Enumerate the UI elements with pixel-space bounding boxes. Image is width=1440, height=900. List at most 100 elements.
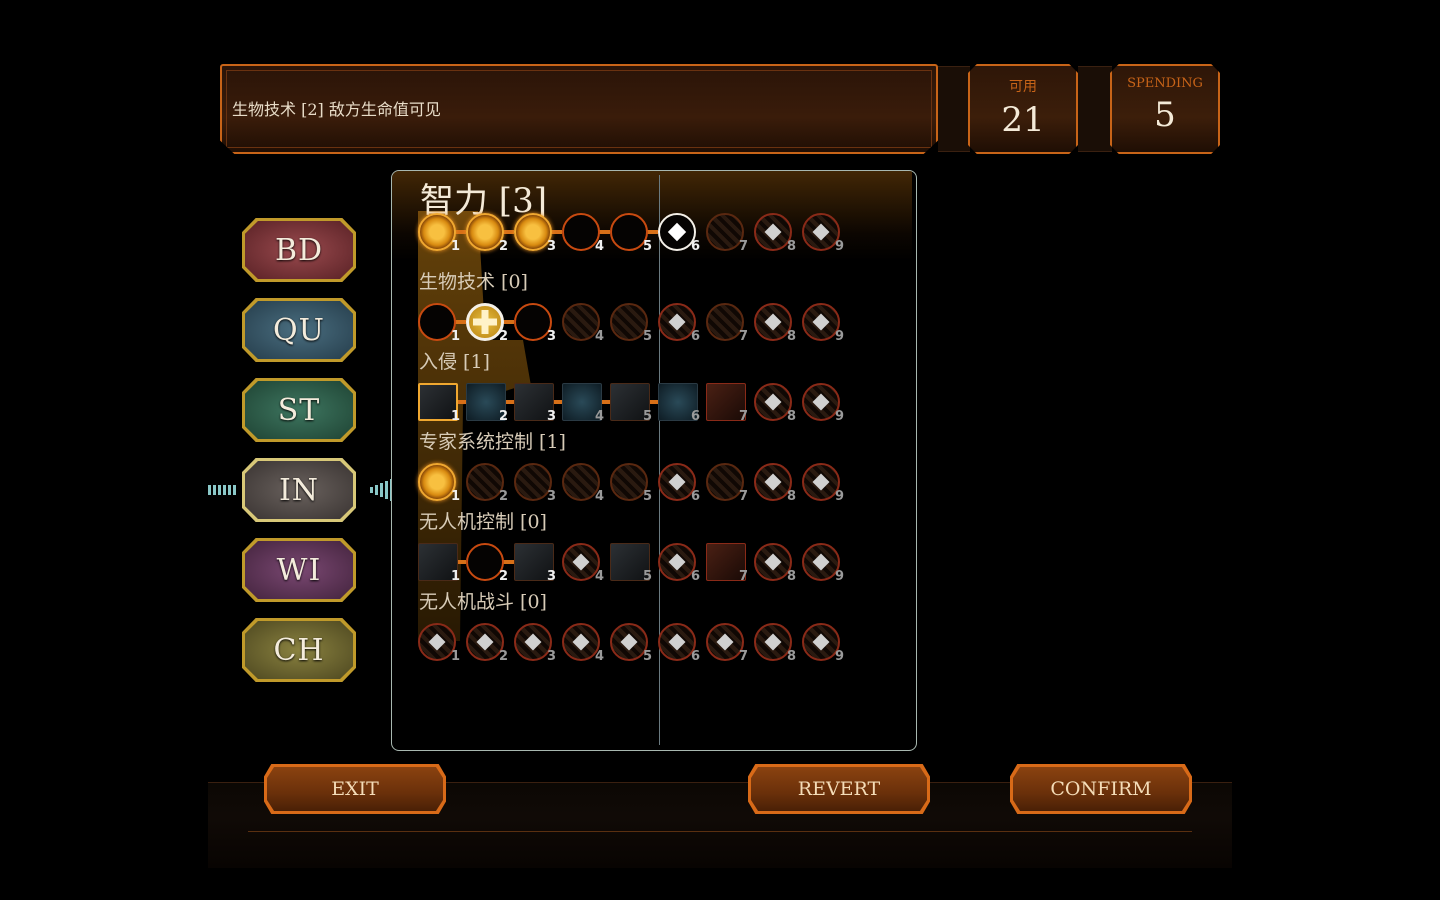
locked-diamond-icon xyxy=(812,473,830,491)
locked-diamond-icon xyxy=(428,633,446,651)
available-value: 21 xyxy=(1001,100,1045,140)
confirm-button[interactable]: CONFIRM xyxy=(1010,764,1192,814)
node-level-number: 2 xyxy=(499,409,509,424)
description-text: 生物技术 [2] 敌方生命值可见 xyxy=(232,100,441,119)
node-level-number: 5 xyxy=(643,329,653,344)
spending-value: 5 xyxy=(1154,95,1176,135)
node-level-number: 6 xyxy=(691,329,701,344)
locked-diamond-icon xyxy=(716,633,734,651)
node-level-number: 6 xyxy=(691,649,701,664)
node-level-number: 3 xyxy=(547,569,557,584)
category-button-in[interactable]: IN xyxy=(242,458,356,522)
diamond-icon xyxy=(667,222,687,242)
node-level-number: 5 xyxy=(643,409,653,424)
category-button-bd[interactable]: BD xyxy=(242,218,356,282)
node-level-number: 7 xyxy=(739,409,749,424)
node-level-number: 1 xyxy=(451,329,461,344)
locked-diamond-icon xyxy=(764,553,782,571)
locked-diamond-icon xyxy=(764,473,782,491)
locked-diamond-icon xyxy=(812,553,830,571)
node-level-number: 2 xyxy=(499,569,509,584)
category-button-wi[interactable]: WI xyxy=(242,538,356,602)
node-level-number: 9 xyxy=(835,649,845,664)
node-level-number: 1 xyxy=(451,569,461,584)
locked-diamond-icon xyxy=(764,393,782,411)
node-level-number: 4 xyxy=(595,649,605,664)
spending-label: SPENDING xyxy=(1127,76,1203,91)
skill-row-title: 生物技术 [0] xyxy=(419,271,528,293)
locked-diamond-icon xyxy=(572,633,590,651)
locked-diamond-icon xyxy=(764,223,782,241)
tier-divider xyxy=(659,175,660,745)
locked-diamond-icon xyxy=(812,633,830,651)
available-points: 可用 21 xyxy=(968,64,1078,154)
node-level-number: 4 xyxy=(595,239,605,254)
category-button-ch[interactable]: CH xyxy=(242,618,356,682)
node-level-number: 5 xyxy=(643,239,653,254)
node-level-number: 6 xyxy=(691,569,701,584)
available-label: 可用 xyxy=(1009,79,1037,95)
locked-diamond-icon xyxy=(812,393,830,411)
skill-row-title: 无人机控制 [0] xyxy=(419,511,547,533)
node-level-number: 9 xyxy=(835,569,845,584)
node-level-number: 2 xyxy=(499,649,509,664)
node-level-number: 8 xyxy=(787,569,797,584)
node-level-number: 1 xyxy=(451,239,461,254)
node-level-number: 6 xyxy=(691,409,701,424)
node-level-number: 2 xyxy=(499,489,509,504)
revert-button[interactable]: REVERT xyxy=(748,764,930,814)
node-level-number: 2 xyxy=(499,239,509,254)
locked-diamond-icon xyxy=(668,473,686,491)
skill-tree-panel: 智力 [3] 1 2 3 4 5 6 7 8 9 生物技术 [0] 1 2 3 4 5 6 7 8 9 入侵 [1] 1… xyxy=(391,170,917,751)
skill-row-title: 专家系统控制 [1] xyxy=(419,431,566,453)
frame-connector xyxy=(938,66,970,152)
locked-diamond-icon xyxy=(668,553,686,571)
exit-button[interactable]: EXIT xyxy=(264,764,446,814)
node-level-number: 9 xyxy=(835,239,845,254)
node-level-number: 8 xyxy=(787,489,797,504)
node-level-number: 7 xyxy=(739,329,749,344)
node-level-number: 5 xyxy=(643,649,653,664)
locked-diamond-icon xyxy=(668,313,686,331)
node-level-number: 3 xyxy=(547,649,557,664)
node-level-number: 3 xyxy=(547,239,557,254)
locked-diamond-icon xyxy=(812,313,830,331)
node-level-number: 1 xyxy=(451,649,461,664)
node-level-number: 7 xyxy=(739,489,749,504)
node-level-number: 8 xyxy=(787,409,797,424)
node-level-number: 7 xyxy=(739,649,749,664)
selection-indicator-right xyxy=(370,479,393,501)
node-level-number: 1 xyxy=(451,489,461,504)
frame-connector xyxy=(1078,66,1112,152)
node-level-number: 7 xyxy=(739,569,749,584)
node-level-number: 3 xyxy=(547,489,557,504)
node-level-number: 4 xyxy=(595,489,605,504)
locked-diamond-icon xyxy=(812,223,830,241)
node-level-number: 8 xyxy=(787,329,797,344)
plus-icon xyxy=(481,310,489,334)
node-level-number: 1 xyxy=(451,409,461,424)
node-level-number: 9 xyxy=(835,409,845,424)
node-level-number: 7 xyxy=(739,239,749,254)
selection-indicator-left xyxy=(208,482,236,498)
category-button-qu[interactable]: QU xyxy=(242,298,356,362)
category-button-st[interactable]: ST xyxy=(242,378,356,442)
node-level-number: 4 xyxy=(595,409,605,424)
node-level-number: 3 xyxy=(547,329,557,344)
node-level-number: 3 xyxy=(547,409,557,424)
locked-diamond-icon xyxy=(620,633,638,651)
node-level-number: 5 xyxy=(643,569,653,584)
node-level-number: 2 xyxy=(499,329,509,344)
node-level-number: 8 xyxy=(787,649,797,664)
node-level-number: 8 xyxy=(787,239,797,254)
node-level-number: 4 xyxy=(595,329,605,344)
skill-row-title: 无人机战斗 [0] xyxy=(419,591,547,613)
node-level-number: 9 xyxy=(835,329,845,344)
node-level-number: 4 xyxy=(595,569,605,584)
description-panel: 生物技术 [2] 敌方生命值可见 xyxy=(220,64,938,154)
locked-diamond-icon xyxy=(524,633,542,651)
node-level-number: 6 xyxy=(691,239,701,254)
node-level-number: 5 xyxy=(643,489,653,504)
node-level-number: 9 xyxy=(835,489,845,504)
locked-diamond-icon xyxy=(668,633,686,651)
